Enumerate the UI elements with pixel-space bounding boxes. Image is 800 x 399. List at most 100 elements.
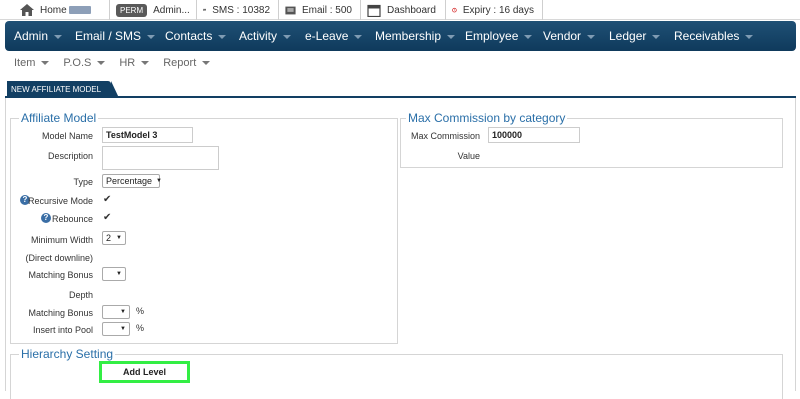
model-name-label: Model Name (42, 131, 93, 141)
nav-contacts[interactable]: Contacts (165, 21, 226, 51)
type-select[interactable]: Percentage▼ (102, 174, 160, 188)
chevron-down-icon: ▼ (156, 178, 162, 184)
nav-admin-label: Admin (14, 29, 48, 43)
chevron-down-icon: ▼ (120, 326, 126, 332)
nav-activity[interactable]: Activity (239, 21, 291, 51)
max-commission-label: Max Commission (411, 131, 480, 141)
subnav-item[interactable]: Item (14, 57, 49, 69)
nav-membership-label: Membership (375, 29, 441, 43)
nav-eleave[interactable]: e-Leave (305, 21, 362, 51)
rebounce-label: Rebounce (52, 214, 93, 224)
nav-admin[interactable]: Admin (14, 21, 62, 51)
chevron-down-icon (141, 61, 149, 65)
subnav-pos-label: P.O.S (63, 57, 91, 69)
nav-email-sms-label: Email / SMS (75, 29, 141, 43)
subnav-report-label: Report (163, 57, 196, 69)
admin-menu[interactable]: PERM Admin... (110, 0, 197, 20)
tab-strip: NEW AFFILIATE MODEL (5, 81, 796, 98)
email-label: Email : 500 (302, 5, 352, 16)
calendar-icon (367, 4, 381, 17)
type-label: Type (73, 177, 93, 187)
chevron-down-icon: ▼ (120, 309, 126, 315)
chevron-down-icon (745, 35, 753, 39)
expiry-label: Expiry : 16 days (463, 5, 534, 16)
main-navigation: Admin Email / SMS Contacts Activity e-Le… (5, 21, 796, 51)
chevron-down-icon (147, 35, 155, 39)
depth-label: Depth (69, 290, 93, 300)
subnav-item-label: Item (14, 57, 35, 69)
top-status-bar: Home PERM Admin... SMS : 10382 Email : 5… (0, 0, 800, 20)
nav-vendor[interactable]: Vendor (543, 21, 595, 51)
nav-activity-label: Activity (239, 29, 277, 43)
chevron-down-icon (652, 35, 660, 39)
affiliate-model-legend: Affiliate Model (19, 111, 98, 125)
home-link[interactable]: Home (0, 0, 110, 20)
value-label: Value (458, 151, 480, 161)
subnav-report[interactable]: Report (163, 57, 210, 69)
matching-bonus-depth-select[interactable]: ▼ (102, 305, 130, 319)
nav-ledger[interactable]: Ledger (609, 21, 660, 51)
chevron-down-icon (202, 61, 210, 65)
recursive-mode-checkbox[interactable]: ✔ (103, 194, 111, 205)
max-commission-input[interactable]: 100000 (488, 127, 580, 143)
nav-employee-label: Employee (465, 29, 518, 43)
nav-receivables-label: Receivables (674, 29, 739, 43)
percent-sign: % (136, 306, 144, 316)
direct-downline-label: (Direct downline) (25, 253, 93, 263)
chevron-down-icon (283, 35, 291, 39)
tab-new-affiliate-model[interactable]: NEW AFFILIATE MODEL (7, 81, 111, 98)
description-label: Description (48, 151, 93, 161)
hierarchy-setting-legend: Hierarchy Setting (19, 347, 115, 361)
redacted-username (69, 6, 91, 14)
subnav-pos[interactable]: P.O.S (63, 57, 105, 69)
chevron-down-icon (54, 35, 62, 39)
sms-counter[interactable]: SMS : 10382 (197, 0, 279, 20)
dashboard-link[interactable]: Dashboard (361, 0, 446, 20)
sub-navigation: Item P.O.S HR Report (0, 53, 224, 73)
nav-contacts-label: Contacts (165, 29, 212, 43)
chevron-down-icon (41, 61, 49, 65)
matching-bonus-select[interactable]: ▼ (102, 267, 126, 281)
minimum-width-select[interactable]: 2▼ (102, 231, 126, 245)
model-name-input[interactable]: TestModel 3 (102, 127, 193, 143)
email-icon (285, 5, 296, 16)
home-label: Home (40, 5, 67, 16)
dashboard-label: Dashboard (387, 5, 436, 16)
subnav-hr[interactable]: HR (119, 57, 149, 69)
chevron-down-icon: ▼ (116, 271, 122, 277)
max-commission-legend: Max Commission by category (406, 111, 567, 125)
insert-into-pool-label: Insert into Pool (33, 325, 93, 335)
sms-label: SMS : 10382 (212, 5, 270, 16)
chevron-down-icon (218, 35, 226, 39)
chevron-down-icon (524, 35, 532, 39)
nav-membership[interactable]: Membership (375, 21, 455, 51)
email-counter[interactable]: Email : 500 (279, 0, 361, 20)
chevron-down-icon (354, 35, 362, 39)
minimum-width-value: 2 (106, 233, 111, 243)
description-textarea[interactable] (102, 146, 219, 170)
expiry-indicator[interactable]: Expiry : 16 days (446, 0, 543, 20)
home-icon (20, 4, 34, 16)
chevron-down-icon: ▼ (116, 235, 122, 241)
nav-vendor-label: Vendor (543, 29, 581, 43)
recursive-mode-label: Recursive Mode (28, 196, 93, 206)
rebounce-checkbox[interactable]: ✔ (103, 212, 111, 223)
chevron-down-icon (447, 35, 455, 39)
percent-sign: % (136, 323, 144, 333)
chevron-down-icon (587, 35, 595, 39)
matching-bonus-depth-label: Matching Bonus (28, 308, 93, 318)
insert-into-pool-select[interactable]: ▼ (102, 322, 130, 336)
admin-label: Admin... (153, 5, 190, 16)
chevron-down-icon (97, 61, 105, 65)
nav-eleave-label: e-Leave (305, 29, 348, 43)
alarm-clock-icon (452, 3, 457, 17)
nav-email-sms[interactable]: Email / SMS (75, 21, 155, 51)
chat-icon (203, 4, 206, 16)
nav-receivables[interactable]: Receivables (674, 21, 753, 51)
add-level-button[interactable]: Add Level (99, 361, 190, 383)
nav-employee[interactable]: Employee (465, 21, 532, 51)
perm-badge: PERM (116, 4, 147, 17)
help-icon[interactable]: ? (41, 213, 51, 223)
subnav-hr-label: HR (119, 57, 135, 69)
minimum-width-label: Minimum Width (31, 235, 93, 245)
